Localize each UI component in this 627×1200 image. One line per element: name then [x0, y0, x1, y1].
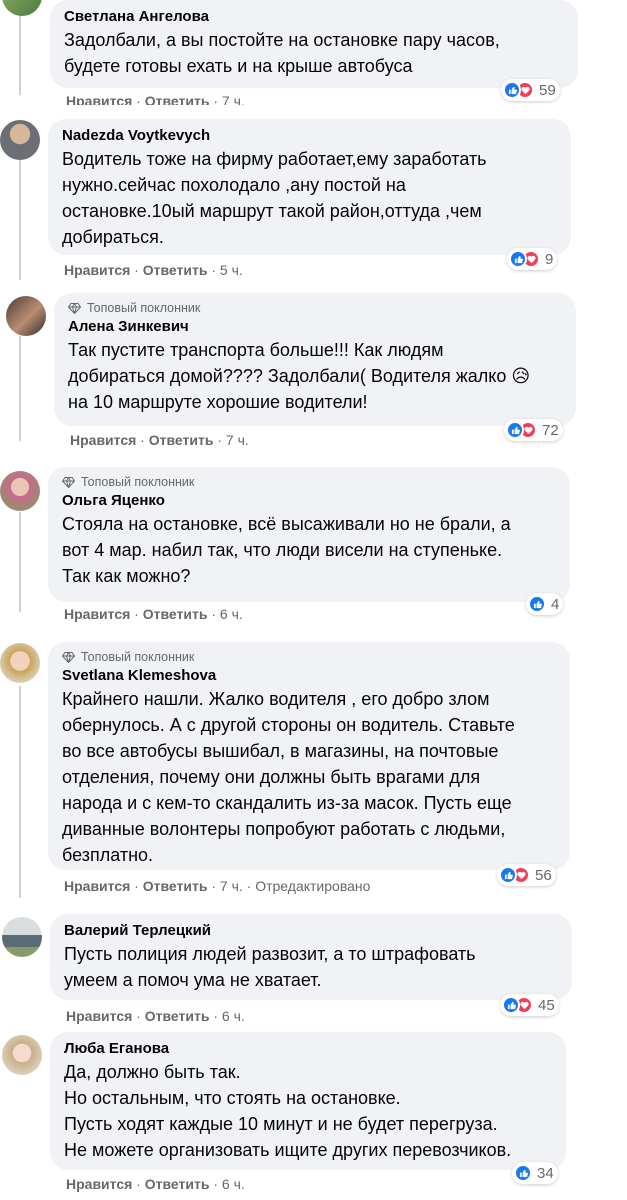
reply-button[interactable]: Ответить — [145, 93, 210, 105]
author-name[interactable]: Люба Еганова — [64, 1040, 554, 1057]
thread-line — [19, 686, 21, 898]
timestamp[interactable]: 6 ч. — [222, 1176, 245, 1192]
diamond-icon — [68, 302, 81, 314]
comment-text: Пусть полиция людей развозит, а то штраф… — [64, 944, 476, 990]
reaction-count: 4 — [551, 595, 560, 613]
timestamp[interactable]: 7 ч. — [220, 878, 243, 894]
like-icon — [514, 1164, 532, 1182]
reaction-summary[interactable]: 4 — [526, 593, 564, 615]
reply-button[interactable]: Ответить — [143, 606, 208, 622]
avatar[interactable] — [2, 1035, 42, 1075]
timestamp[interactable]: 7 ч. — [222, 93, 245, 105]
reply-button[interactable]: Ответить — [145, 1176, 210, 1192]
reaction-summary[interactable]: 34 — [512, 1162, 558, 1184]
like-button[interactable]: Нравится — [64, 262, 130, 278]
comment-bubble: Nadezda Voytkevych Водитель тоже на фирм… — [48, 119, 571, 255]
avatar[interactable] — [2, 0, 42, 16]
author-name[interactable]: Ольга Яценко — [62, 492, 558, 509]
like-button[interactable]: Нравится — [70, 432, 136, 448]
reaction-count: 34 — [537, 1164, 554, 1182]
author-name[interactable]: Валерий Терлецкий — [64, 922, 560, 939]
avatar[interactable] — [0, 471, 40, 511]
like-icon — [503, 81, 521, 99]
thread-line — [19, 336, 21, 441]
comment-text: Задолбали, а вы постойте на остановке па… — [64, 30, 500, 76]
comment-bubble: Люба Еганова Да, должно быть так. Но ост… — [50, 1032, 566, 1170]
avatar[interactable] — [0, 643, 40, 683]
reaction-count: 72 — [542, 421, 559, 439]
comment-actions: Нравится · Ответить · 7 ч. — [66, 93, 245, 105]
top-fan-label: Топовый поклонник — [87, 301, 201, 315]
comment-text: Крайнего нашли. Жалко водителя , его доб… — [62, 689, 515, 865]
reply-button[interactable]: Ответить — [143, 262, 208, 278]
like-icon — [509, 250, 527, 268]
comment-bubble: Топовый поклонник Svetlana Klemeshova Кр… — [48, 642, 570, 870]
author-name[interactable]: Светлана Ангелова — [64, 8, 566, 25]
comment-actions: Нравится · Ответить · 6 ч. — [66, 1176, 245, 1192]
like-button[interactable]: Нравится — [64, 878, 130, 894]
reaction-count: 56 — [535, 866, 552, 884]
avatar[interactable] — [0, 120, 40, 160]
avatar[interactable] — [2, 917, 42, 957]
top-fan-badge[interactable]: Топовый поклонник — [62, 650, 558, 664]
comment-bubble: Топовый поклонник Алена Зинкевич Так пус… — [54, 293, 576, 426]
top-fan-badge[interactable]: Топовый поклонник — [68, 301, 564, 315]
like-button[interactable]: Нравится — [66, 1008, 132, 1024]
comment-text: Стояла на остановке, всё высаживали но н… — [62, 514, 511, 586]
comment-actions: Нравится · Ответить · 7 ч. · Отредактиро… — [64, 878, 371, 894]
timestamp[interactable]: 6 ч. — [222, 1008, 245, 1024]
like-icon — [502, 996, 520, 1014]
reaction-summary[interactable]: 72 — [504, 419, 563, 441]
top-fan-badge[interactable]: Топовый поклонник — [62, 475, 558, 489]
like-button[interactable]: Нравится — [66, 93, 132, 105]
comment-bubble: Валерий Терлецкий Пусть полиция людей ра… — [50, 914, 572, 1000]
comment-actions: Нравится · Ответить · 5 ч. — [64, 262, 243, 278]
diamond-icon — [62, 476, 75, 488]
timestamp[interactable]: 6 ч. — [220, 606, 243, 622]
comment-text: Водитель тоже на фирму работает,ему зара… — [62, 149, 487, 247]
reply-button[interactable]: Ответить — [149, 432, 214, 448]
reaction-summary[interactable]: 45 — [500, 994, 559, 1016]
thread-line — [19, 512, 21, 612]
reaction-count: 59 — [539, 81, 556, 99]
reply-button[interactable]: Ответить — [143, 878, 208, 894]
avatar[interactable] — [6, 296, 46, 336]
diamond-icon — [62, 651, 75, 663]
top-fan-label: Топовый поклонник — [81, 650, 195, 664]
author-name[interactable]: Svetlana Klemeshova — [62, 667, 558, 684]
like-button[interactable]: Нравится — [64, 606, 130, 622]
comment-bubble: Топовый поклонник Ольга Яценко Стояла на… — [48, 467, 570, 602]
timestamp[interactable]: 7 ч. — [226, 432, 249, 448]
comment-actions: Нравится · Ответить · 6 ч. — [66, 1008, 245, 1024]
reaction-count: 9 — [545, 250, 554, 268]
comment-text: Да, должно быть так. Но остальным, что с… — [64, 1062, 512, 1160]
author-name[interactable]: Nadezda Voytkevych — [62, 127, 559, 144]
comment-text: Так пустите транспорта больше!!! Как люд… — [68, 340, 531, 412]
author-name[interactable]: Алена Зинкевич — [68, 318, 564, 335]
reaction-summary[interactable]: 56 — [497, 864, 556, 886]
comment-actions: Нравится · Ответить · 6 ч. — [64, 606, 243, 622]
thread-line — [19, 160, 21, 280]
reaction-summary[interactable]: 59 — [501, 79, 560, 101]
like-button[interactable]: Нравится — [66, 1176, 132, 1192]
top-fan-label: Топовый поклонник — [81, 475, 195, 489]
timestamp[interactable]: 5 ч. — [220, 262, 243, 278]
comment-actions: Нравится · Ответить · 7 ч. — [70, 432, 249, 448]
reaction-count: 45 — [538, 996, 555, 1014]
reply-button[interactable]: Ответить — [145, 1008, 210, 1024]
comment-bubble: Светлана Ангелова Задолбали, а вы постой… — [50, 0, 578, 88]
like-icon — [506, 421, 524, 439]
edited-label: Отредактировано — [255, 878, 371, 894]
like-icon — [499, 866, 517, 884]
reaction-summary[interactable]: 9 — [507, 248, 558, 270]
like-icon — [528, 595, 546, 613]
